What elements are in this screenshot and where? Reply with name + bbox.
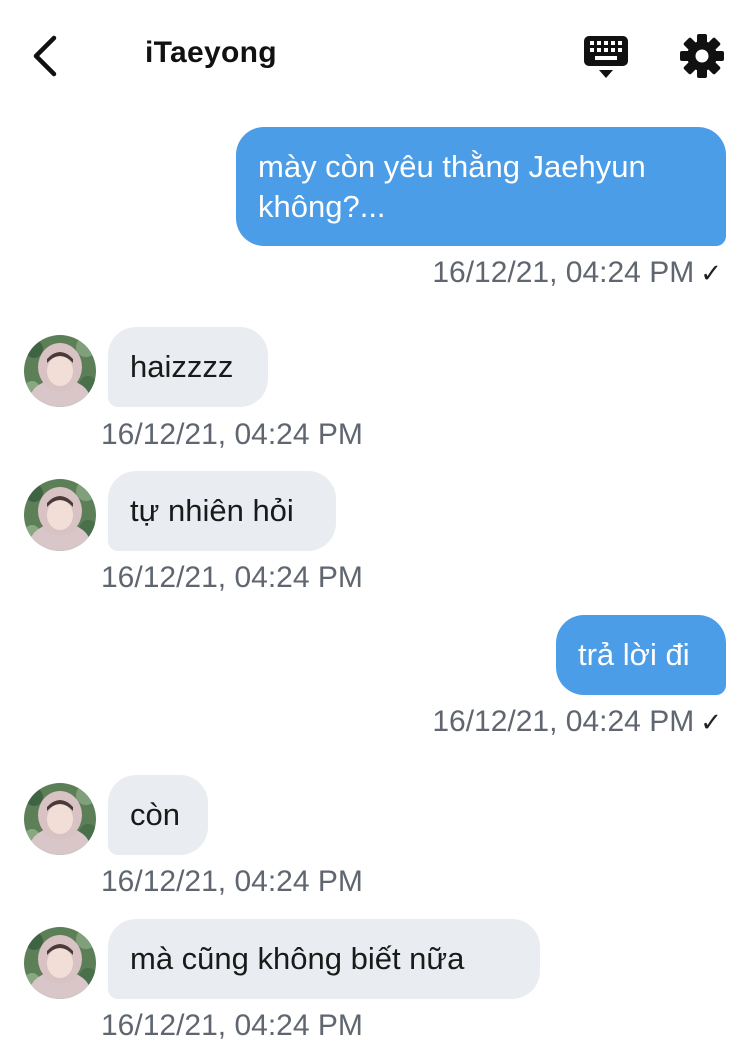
chevron-left-icon — [33, 35, 57, 77]
message-bubble-outgoing[interactable]: mày còn yêu thằng Jaehyun không?... — [236, 127, 726, 246]
message-timestamp: 16/12/21, 04:24 PM — [101, 418, 363, 451]
gear-icon — [680, 34, 724, 78]
message-text: haizzzz — [130, 349, 234, 384]
message-timestamp: 16/12/21, 04:24 PM — [101, 865, 363, 898]
avatar-image — [24, 479, 96, 551]
avatar[interactable] — [24, 479, 96, 551]
avatar-image — [24, 335, 96, 407]
message-timestamp: 16/12/21, 04:24 PM ✓ — [432, 705, 722, 739]
message-bubble-outgoing[interactable]: trả lời đi — [556, 615, 726, 695]
message-timestamp: 16/12/21, 04:24 PM — [101, 561, 363, 594]
message-text: tự nhiên hỏi — [130, 493, 294, 528]
avatar[interactable] — [24, 927, 96, 999]
avatar[interactable] — [24, 783, 96, 855]
timestamp-text: 16/12/21, 04:24 PM — [432, 705, 695, 738]
message-text: trả lời đi — [578, 637, 690, 672]
check-icon: ✓ — [700, 707, 722, 737]
back-button[interactable] — [22, 30, 68, 82]
message-bubble-incoming[interactable]: còn — [108, 775, 208, 855]
message-text: mà cũng không biết nữa — [130, 941, 465, 976]
message-bubble-incoming[interactable]: haizzzz — [108, 327, 268, 407]
avatar-image — [24, 783, 96, 855]
timestamp-text: 16/12/21, 04:24 PM — [432, 256, 695, 289]
keyboard-icon — [584, 36, 628, 78]
message-timestamp: 16/12/21, 04:24 PM ✓ — [432, 256, 722, 290]
chat-header: iTaeyong — [0, 0, 750, 110]
message-text-line: không?... — [258, 189, 386, 224]
message-bubble-incoming[interactable]: mà cũng không biết nữa — [108, 919, 540, 999]
settings-button[interactable] — [678, 32, 726, 80]
message-text: còn — [130, 797, 180, 832]
message-text-line: mày còn yêu thằng Jaehyun — [258, 149, 646, 184]
chat-title: iTaeyong — [145, 36, 277, 69]
message-timestamp: 16/12/21, 04:24 PM — [101, 1009, 363, 1042]
message-bubble-incoming[interactable]: tự nhiên hỏi — [108, 471, 336, 551]
keyboard-button[interactable] — [582, 34, 630, 80]
check-icon: ✓ — [700, 258, 722, 288]
avatar[interactable] — [24, 335, 96, 407]
avatar-image — [24, 927, 96, 999]
